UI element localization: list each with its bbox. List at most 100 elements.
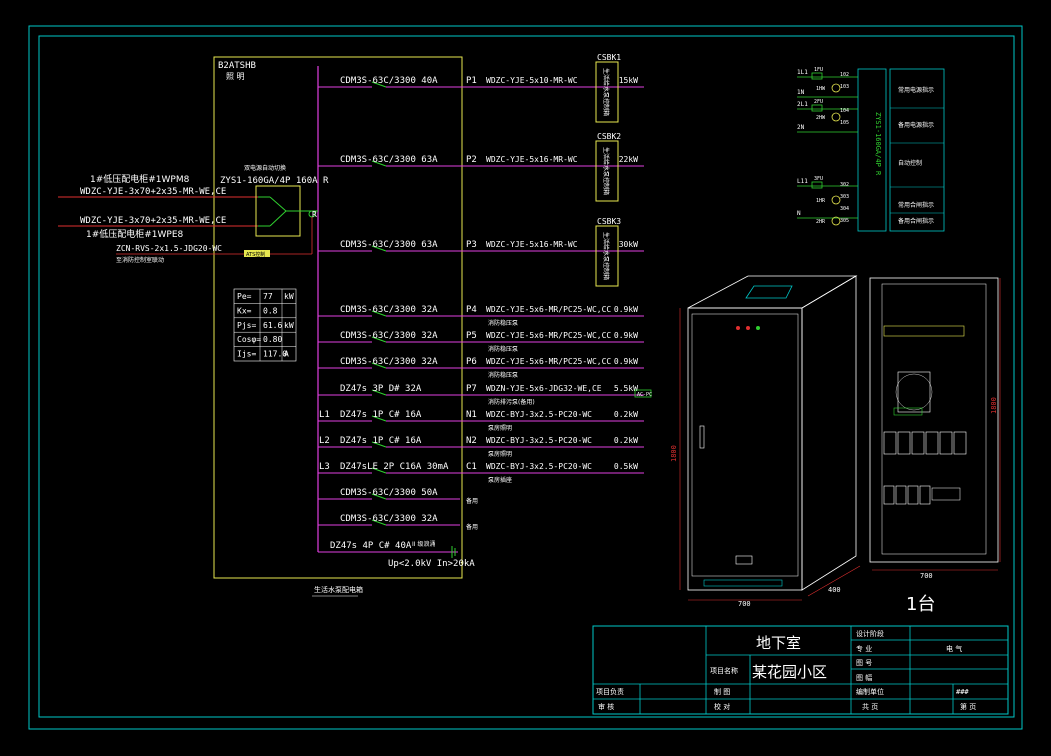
control-left-label: 2N xyxy=(797,124,805,131)
control-right-label: 备用电源指示 xyxy=(898,121,934,129)
fuse-icon xyxy=(811,104,823,112)
title-block: 地下室 项目名称 某花园小区 设计阶段 专 业 电 气 图 号 图 幅 项目负责… xyxy=(592,625,1009,715)
ats-tag: ATS控制 xyxy=(246,251,265,258)
p7-tag: AC-PC xyxy=(637,392,652,398)
control-right-label: 备用合闸指示 xyxy=(898,217,934,225)
cabinet-base xyxy=(703,579,783,587)
circuit-breaker: DZ47s 3P D# 32A xyxy=(340,384,422,394)
circuit-row: DZ47s 1P C# 16A L2 N2 WDZC-BYJ-3x2.5-PC20-W… xyxy=(318,436,644,458)
panel-id: B2ATSHB xyxy=(218,61,256,71)
lamp-icon xyxy=(831,195,841,205)
ats-model: ZYS1-160GA/4P 160A R xyxy=(220,176,329,186)
lamp-icon xyxy=(736,326,740,330)
lamp-label: 2HR xyxy=(816,219,826,225)
circuit-power: 30kW xyxy=(619,240,638,249)
control-left-label: 2L1 xyxy=(797,101,808,108)
circuit-breaker: CDM3S-63C/3300 32A xyxy=(340,514,438,524)
page-label: 第 页 xyxy=(960,702,976,711)
panel-bottom-label: 生活水泵配电箱 xyxy=(314,585,363,594)
circuit-row: CDM3S-63C/3300 63A P3 WDZC-YJE-5x16-MR-WC 3… xyxy=(318,240,644,252)
spd-rating: Up<2.0kV In>20kA xyxy=(388,559,475,569)
circuit-power: 0.9kW xyxy=(614,357,638,366)
circuit-breaker: CDM3S-63C/3300 40A xyxy=(340,76,438,86)
elevation-breaker-icon xyxy=(925,431,939,455)
review-label: 审 核 xyxy=(598,702,614,711)
circuit-note: 备用 xyxy=(466,497,478,505)
control-right-label: 常用电源指示 xyxy=(898,86,934,94)
circuit-phase: L1 xyxy=(319,410,330,420)
drawing-canvas: B2ATSHB 照 明 生活水泵配电箱 1#低压配电柜#1WPM8 WDZC-Y… xyxy=(28,25,1023,730)
circuit-note: 泵房照明 xyxy=(488,450,512,458)
ats-blade xyxy=(269,196,287,212)
feed2-cable: WDZC-YJE-3x70+2x35-MR-WE,CE xyxy=(80,216,226,226)
cabinet-side xyxy=(801,275,857,591)
circuit-note: 备用 xyxy=(466,523,478,531)
circuit-id: N2 xyxy=(466,436,477,446)
elevation-breaker-icon xyxy=(911,431,925,455)
circuit-row: DZ47s 1P C# 16A L1 N1 WDZC-BYJ-3x2.5-PC20-W… xyxy=(318,410,644,432)
elevation-breaker-icon xyxy=(907,485,919,505)
fuse-label: 1FU xyxy=(814,67,823,73)
load-value: 77 xyxy=(263,292,273,301)
circuit-row: CDM3S-63C/3300 32A P6 WDZC-YJE-5x6-MR/PC25… xyxy=(318,357,644,379)
load-unit: kW xyxy=(284,292,294,301)
project-sub: 地下室 xyxy=(756,634,801,652)
circuit-cable: WDZC-YJE-5x16-MR-WC xyxy=(486,155,578,164)
circuit-phase: L3 xyxy=(319,462,330,472)
equipment-label: 生活给水泵控制箱 xyxy=(602,232,610,280)
spd-breaker: DZ47s 4P C# 40A xyxy=(330,541,412,551)
circuit-note: 消防稳压泵 xyxy=(488,371,518,379)
lamp-icon xyxy=(831,83,841,93)
circuit-row: DZ47s 3P D# 32A P7 WDZN-YJE-5x6-JDG32-WE,C… xyxy=(318,384,644,406)
lamp-icon xyxy=(746,326,750,330)
circuit-power: 0.2kW xyxy=(614,436,638,445)
unit-label: 编制单位 xyxy=(856,687,884,696)
circuit-id: P7 xyxy=(466,384,477,394)
lamp-label: 1HW xyxy=(816,86,826,92)
cabinet-front xyxy=(687,307,803,591)
circuit-id: P5 xyxy=(466,331,477,341)
check-label: 校 对 xyxy=(714,702,730,711)
panel-enclosure xyxy=(213,56,463,579)
draw-label: 制 图 xyxy=(714,687,730,696)
circuit-note: 泵房插座 xyxy=(488,476,512,484)
ats-handle-icon xyxy=(895,373,933,411)
control-cable: ZCN-RVS-2x1.5-JDG20-WC xyxy=(116,244,222,253)
terminal-label: 103 xyxy=(840,84,849,90)
control-right-label: 自动控制 xyxy=(898,159,922,167)
elevation-breaker-icon xyxy=(939,431,953,455)
circuit-note: 泵房照明 xyxy=(488,424,512,432)
lamp-label: 1HR xyxy=(816,198,826,204)
circuit-power: 15kW xyxy=(619,76,638,85)
circuit-id: P4 xyxy=(466,305,477,315)
elevation-outline xyxy=(869,277,999,563)
drawing-no-label: 图 号 xyxy=(856,659,872,667)
lamp-icon xyxy=(831,112,841,122)
circuit-breaker: CDM3S-63C/3300 32A xyxy=(340,331,438,341)
circuit-power: 0.9kW xyxy=(614,331,638,340)
terminal-label: 303 xyxy=(840,194,849,200)
outer-frame xyxy=(28,25,1023,730)
equipment-label: 生活给水泵控制箱 xyxy=(602,147,610,195)
control-left-label: L11 xyxy=(797,178,808,185)
circuit-cable: WDZC-YJE-5x6-MR/PC25-WC,CC xyxy=(486,305,611,314)
terminal-label: 304 xyxy=(840,206,849,212)
circuit-power: 0.5kW xyxy=(614,462,638,471)
unit-value: ### xyxy=(956,688,969,696)
circuit-id: P1 xyxy=(466,76,477,86)
fuse-icon xyxy=(811,181,823,189)
circuit-row: CDM3S-63C/3300 32A P5 WDZC-YJE-5x6-MR/PC25… xyxy=(318,331,644,353)
terminal-label: 302 xyxy=(840,182,849,188)
circuit-row: CDM3S-63C/3300 32A P4 WDZC-YJE-5x6-MR/PC25… xyxy=(318,305,644,327)
circuit-power: 0.2kW xyxy=(614,410,638,419)
circuit-power: 22kW xyxy=(619,155,638,164)
circuit-id: N1 xyxy=(466,410,477,420)
cabinet-width-dim: 700 xyxy=(738,600,751,608)
elevation-breaker-icon xyxy=(897,431,911,455)
circuit-phase: L2 xyxy=(319,436,330,446)
terminal-label: 305 xyxy=(840,218,849,224)
circuit-row: CDM3S-63C/3300 50A 备用 xyxy=(318,488,478,505)
terminal-strip xyxy=(883,325,965,337)
project-label: 项目名称 xyxy=(710,666,738,675)
lamp-icon xyxy=(756,326,760,330)
